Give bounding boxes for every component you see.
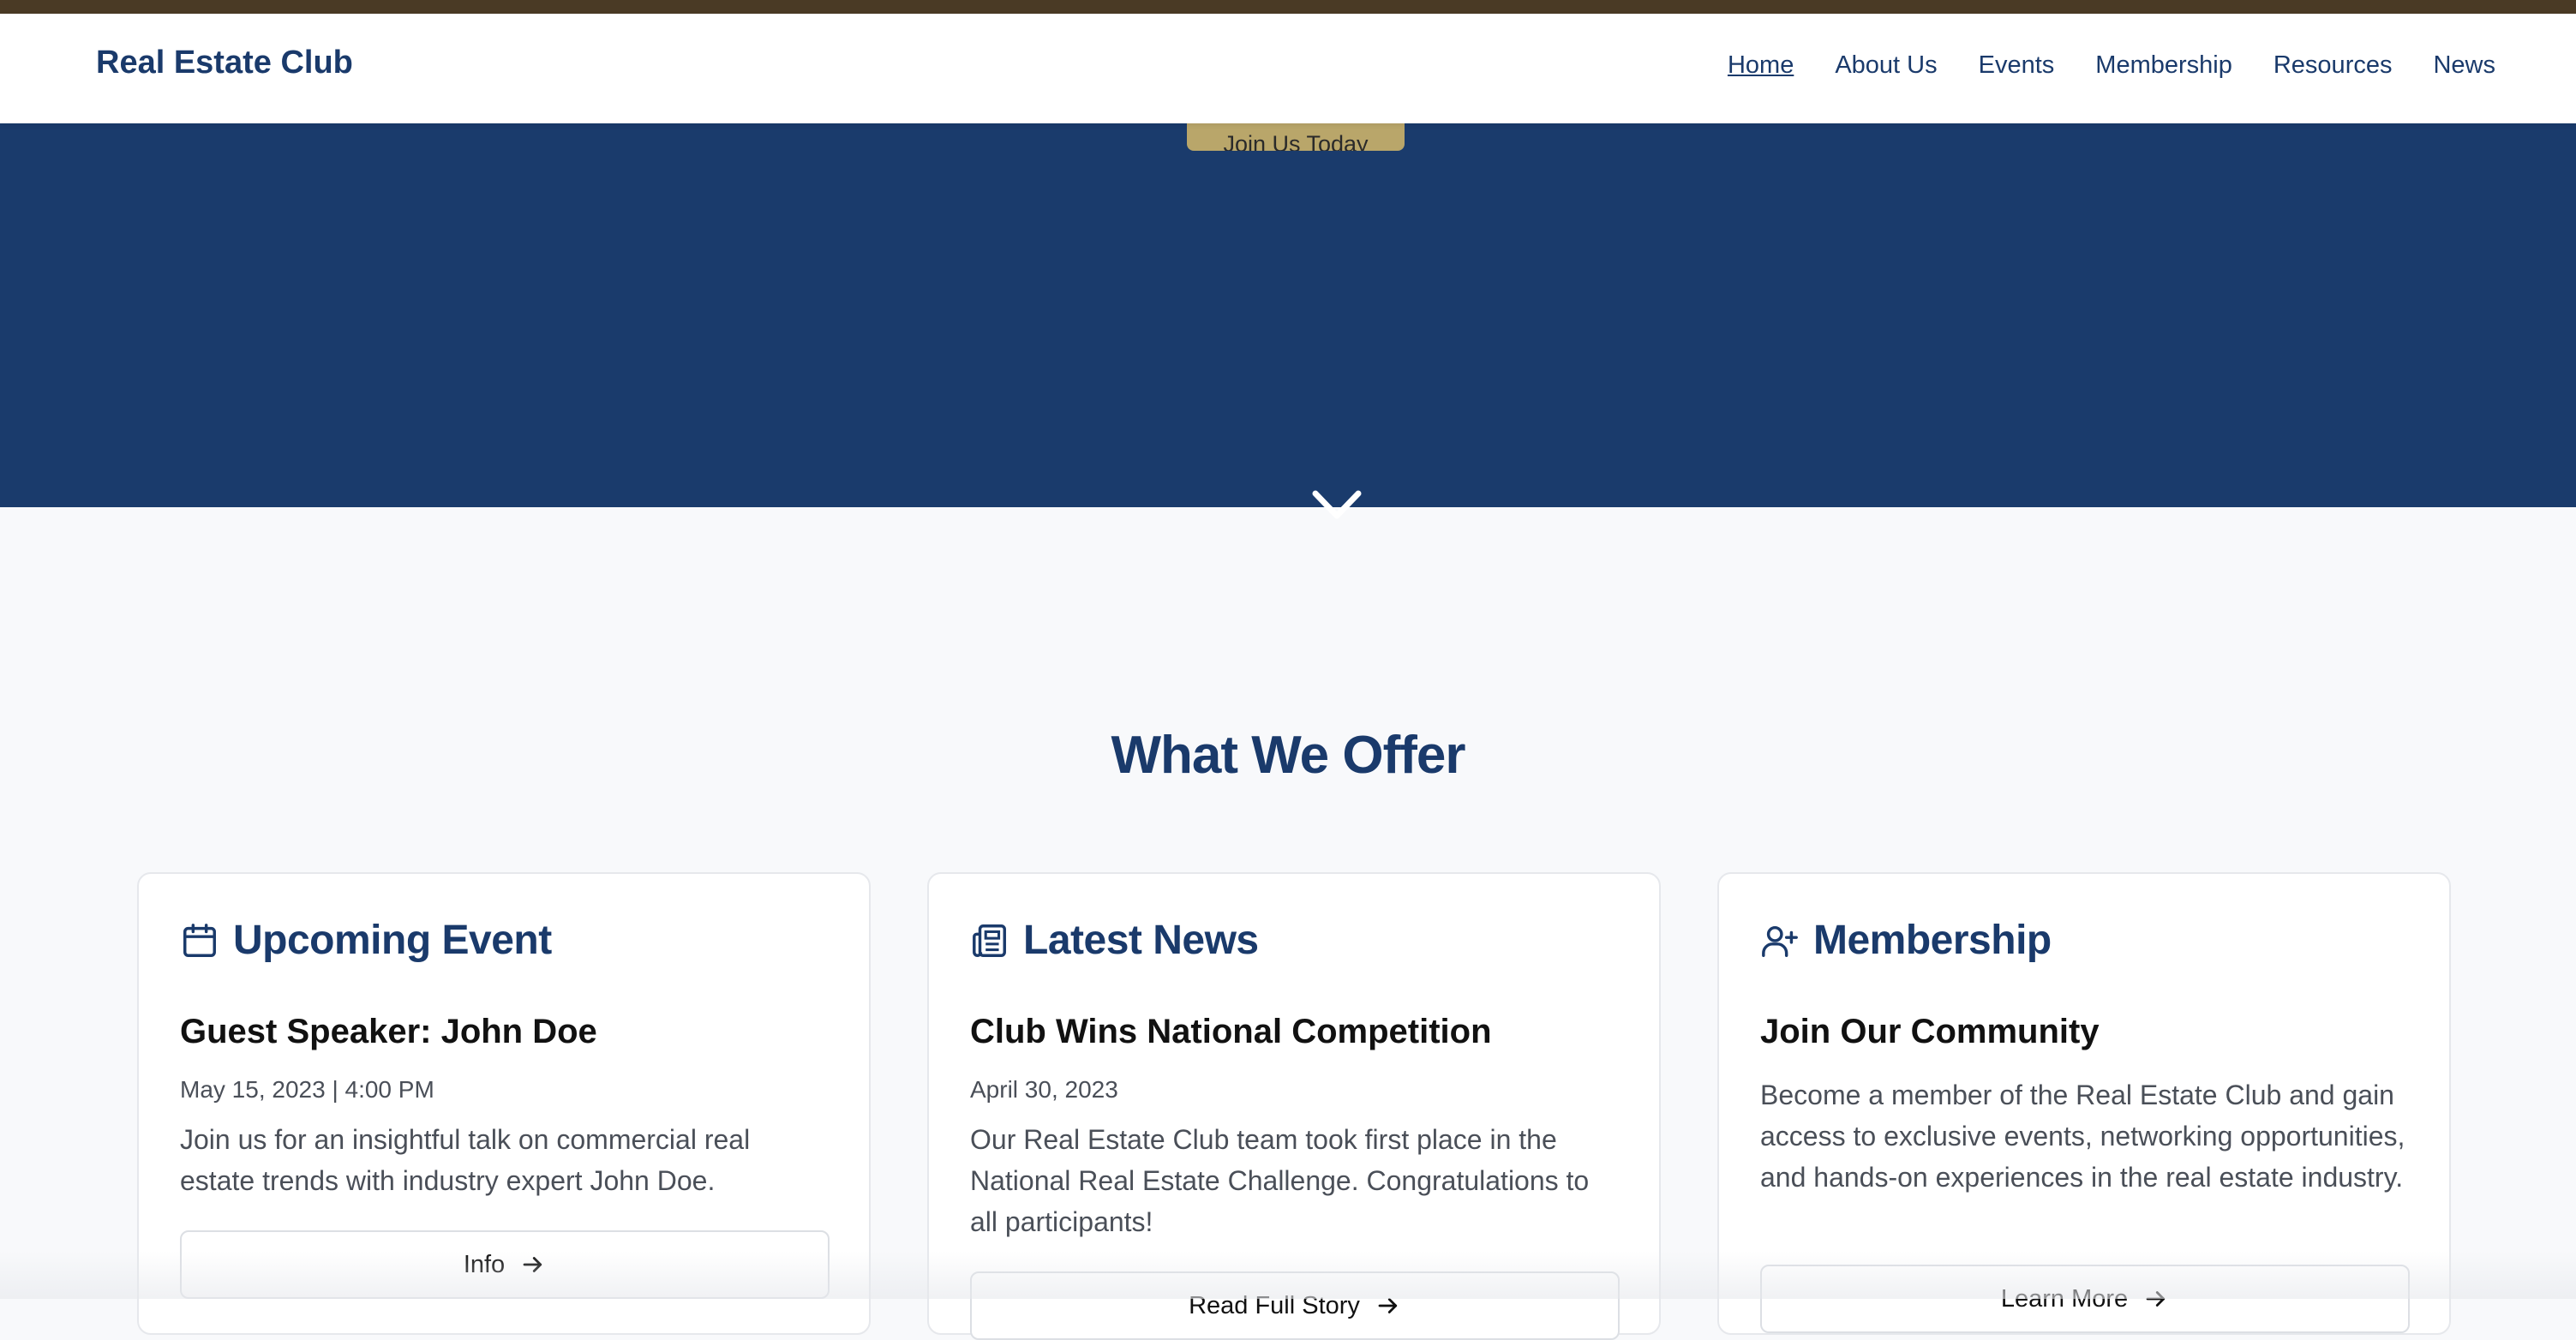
card-description: Become a member of the Real Estate Club …	[1760, 1080, 2405, 1193]
newspaper-icon	[973, 924, 1006, 957]
card-title: Membership	[1813, 918, 2052, 963]
card-latest-news: Latest News Club Wins National Competiti…	[927, 872, 1661, 1340]
nav-resources[interactable]: Resources	[2273, 51, 2393, 80]
hero-section	[0, 123, 2576, 519]
nav-about-us[interactable]: About Us	[1835, 51, 1937, 80]
nav-events[interactable]: Events	[1979, 51, 2055, 80]
card-subtitle: Club Wins National Competition	[970, 1013, 1492, 1050]
site-logo[interactable]: Real Estate Club	[96, 45, 353, 81]
join-us-label: Join Us Today	[1223, 131, 1369, 151]
browser-top-strip	[0, 0, 2576, 14]
user-plus-icon	[1762, 925, 1798, 957]
learn-more-label: Learn More	[2000, 1284, 2129, 1313]
card-description: Our Real Estate Club team took first pla…	[970, 1124, 1590, 1237]
info-button[interactable]: Info	[180, 1230, 830, 1299]
read-full-story-button[interactable]: Read Full Story	[970, 1271, 1620, 1340]
arrow-right-icon	[1378, 1298, 1398, 1313]
card-date: April 30, 2023	[970, 1076, 1118, 1103]
card-title: Latest News	[1023, 918, 1259, 963]
card-description: Join us for an insightful talk on commer…	[180, 1124, 751, 1196]
info-button-label: Info	[463, 1250, 506, 1278]
card-subtitle: Guest Speaker: John Doe	[180, 1013, 597, 1050]
card-membership: Membership Join Our Community Become a m…	[1717, 872, 2451, 1335]
learn-more-button[interactable]: Learn More	[1760, 1265, 2410, 1333]
card-date: May 15, 2023 | 4:00 PM	[180, 1076, 434, 1103]
card-subtitle: Join Our Community	[1760, 1013, 2100, 1050]
calendar-icon	[183, 923, 216, 957]
arrow-right-icon	[523, 1257, 542, 1272]
read-full-story-label: Read Full Story	[1189, 1291, 1360, 1319]
chevron-down-icon[interactable]	[1312, 490, 1362, 521]
card-upcoming-event: Upcoming Event Guest Speaker: John Doe M…	[137, 872, 871, 1335]
section-title: What We Offer	[1111, 726, 1466, 785]
card-title: Upcoming Event	[233, 918, 552, 963]
nav-home[interactable]: Home	[1728, 51, 1794, 80]
main-nav: Home About Us Events Membership Resource…	[1728, 51, 2495, 80]
nav-membership[interactable]: Membership	[2095, 51, 2232, 80]
site-header: Real Estate Club Home About Us Events Me…	[0, 14, 2576, 123]
nav-news[interactable]: News	[2433, 51, 2495, 80]
arrow-right-icon	[2146, 1291, 2166, 1307]
